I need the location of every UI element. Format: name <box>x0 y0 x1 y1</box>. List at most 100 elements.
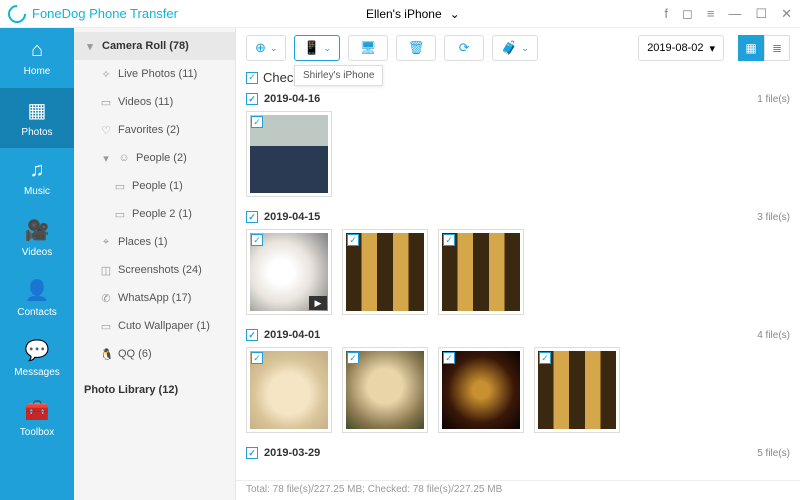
folder-icon: ✆ <box>100 292 112 305</box>
messages-icon: 💬 <box>25 338 50 363</box>
sidebar-item-people[interactable]: ▾ ☺ People (2) <box>74 144 235 172</box>
export-to-pc-button[interactable]: 🖥 <box>348 35 388 61</box>
home-icon: ⌂ <box>31 39 43 62</box>
list-view-button[interactable]: ≣ <box>764 35 790 61</box>
minimize-icon[interactable]: — <box>728 6 741 22</box>
group-header[interactable]: 2019-04-161 file(s) <box>246 91 790 107</box>
status-bar: Total: 78 file(s)/227.25 MB; Checked: 78… <box>236 480 800 500</box>
group-header[interactable]: 2019-04-153 file(s) <box>246 209 790 225</box>
photo-groups: 2019-04-161 file(s)2019-04-153 file(s)▶2… <box>236 91 800 480</box>
collapse-icon: ▾ <box>84 40 96 53</box>
thumb-checkbox[interactable] <box>347 234 359 246</box>
main-nav: ⌂Home▦Photos♫Music🎥Videos👤Contacts💬Messa… <box>0 28 74 500</box>
group-header[interactable]: 2019-03-295 file(s) <box>246 445 790 461</box>
group-checkbox[interactable] <box>246 93 258 105</box>
group-checkbox[interactable] <box>246 329 258 341</box>
nav-photos[interactable]: ▦Photos <box>0 88 74 148</box>
group-checkbox[interactable] <box>246 211 258 223</box>
photo-thumb[interactable] <box>342 229 428 315</box>
maximize-icon[interactable]: ☐ <box>755 6 767 22</box>
folder-icon: ▭ <box>100 320 112 333</box>
photo-group: 2019-03-295 file(s) <box>246 445 790 461</box>
sidebar-item[interactable]: ✆WhatsApp (17) <box>74 284 235 312</box>
folder-icon: ✧ <box>100 68 112 81</box>
sidebar-item[interactable]: ▭People (1) <box>74 172 235 200</box>
photo-thumb[interactable] <box>246 111 332 197</box>
photo-thumb[interactable] <box>534 347 620 433</box>
folders-sidebar: ▾ Camera Roll (78) ✧Live Photos (11)▭Vid… <box>74 28 236 500</box>
thumb-checkbox[interactable] <box>251 352 263 364</box>
photo-group: 2019-04-161 file(s) <box>246 91 790 201</box>
folder-icon: ▭ <box>114 180 126 193</box>
device-dropdown[interactable]: Ellen's iPhone ⌄ <box>358 7 460 21</box>
dropdown-icon: ▾ <box>709 42 715 55</box>
contacts-icon: 👤 <box>25 278 50 303</box>
sidebar-photo-library[interactable]: Photo Library (12) <box>74 376 235 404</box>
thumb-checkbox[interactable] <box>443 352 455 364</box>
content-area: ⊕ ⌄ 📱 ⌄ 🖥 🗑 ⟳ 🧳 ⌄ 2019-08-02 ▾ ▦ ≣ Shirl… <box>236 28 800 500</box>
video-badge-icon: ▶ <box>309 296 327 310</box>
sidebar-item[interactable]: 🐧QQ (6) <box>74 340 235 368</box>
photo-group: 2019-04-153 file(s) ▶ <box>246 209 790 319</box>
sidebar-root-camera-roll[interactable]: ▾ Camera Roll (78) <box>74 32 235 60</box>
nav-contacts[interactable]: 👤Contacts <box>0 268 74 328</box>
nav-home[interactable]: ⌂Home <box>0 28 74 88</box>
app-logo-icon <box>4 1 29 26</box>
folder-icon: ♡ <box>100 124 112 137</box>
thumb-checkbox[interactable] <box>251 116 263 128</box>
add-button[interactable]: ⊕ ⌄ <box>246 35 286 61</box>
thumb-row: ▶ <box>246 225 790 319</box>
delete-button[interactable]: 🗑 <box>396 35 436 61</box>
thumb-checkbox[interactable] <box>251 234 263 246</box>
photos-icon: ▦ <box>28 98 47 123</box>
close-icon[interactable]: ✕ <box>781 6 792 22</box>
group-header[interactable]: 2019-04-014 file(s) <box>246 327 790 343</box>
facebook-icon[interactable]: f <box>664 6 668 22</box>
thumb-row <box>246 107 790 201</box>
transfer-tooltip: Shirley's iPhone <box>294 65 383 86</box>
group-checkbox[interactable] <box>246 447 258 459</box>
photo-group: 2019-04-014 file(s) <box>246 327 790 437</box>
thumb-checkbox[interactable] <box>443 234 455 246</box>
check-all-checkbox[interactable] <box>246 72 258 84</box>
grid-view-button[interactable]: ▦ <box>738 35 764 61</box>
chevron-down-icon: ⌄ <box>450 7 460 21</box>
photo-thumb[interactable] <box>438 229 524 315</box>
date-picker[interactable]: 2019-08-02 ▾ <box>638 35 724 61</box>
nav-music[interactable]: ♫Music <box>0 148 74 208</box>
photo-thumb[interactable] <box>438 347 524 433</box>
titlebar: FoneDog Phone Transfer Ellen's iPhone ⌄ … <box>0 0 800 28</box>
thumb-checkbox[interactable] <box>347 352 359 364</box>
transfer-to-device-button[interactable]: 📱 ⌄ <box>294 35 340 61</box>
feedback-icon[interactable]: ◻ <box>682 6 693 22</box>
refresh-button[interactable]: ⟳ <box>444 35 484 61</box>
sidebar-item[interactable]: ♡Favorites (2) <box>74 116 235 144</box>
thumb-row <box>246 343 790 437</box>
photo-thumb[interactable] <box>342 347 428 433</box>
nav-messages[interactable]: 💬Messages <box>0 328 74 388</box>
sidebar-item[interactable]: ▭Cuto Wallpaper (1) <box>74 312 235 340</box>
sidebar-item[interactable]: ⌖Places (1) <box>74 228 235 256</box>
app-name: FoneDog Phone Transfer <box>32 6 178 21</box>
nav-toolbox[interactable]: 🧰Toolbox <box>0 388 74 448</box>
window-buttons: f ◻ ≡ — ☐ ✕ <box>664 6 792 22</box>
menu-icon[interactable]: ≡ <box>707 6 715 22</box>
device-name: Ellen's iPhone <box>366 7 442 21</box>
nav-videos[interactable]: 🎥Videos <box>0 208 74 268</box>
photo-thumb[interactable]: ▶ <box>246 229 332 315</box>
sidebar-item[interactable]: ◫Screenshots (24) <box>74 256 235 284</box>
folder-icon: ◫ <box>100 264 112 277</box>
more-tools-button[interactable]: 🧳 ⌄ <box>492 35 538 61</box>
folder-icon: ⌖ <box>100 236 112 249</box>
folder-icon: ▭ <box>100 96 112 109</box>
photo-thumb[interactable] <box>246 347 332 433</box>
sidebar-item[interactable]: ▭Videos (11) <box>74 88 235 116</box>
folder-icon: ▭ <box>114 208 126 221</box>
sidebar-item[interactable]: ▭People 2 (1) <box>74 200 235 228</box>
thumb-checkbox[interactable] <box>539 352 551 364</box>
toolbar: ⊕ ⌄ 📱 ⌄ 🖥 🗑 ⟳ 🧳 ⌄ 2019-08-02 ▾ ▦ ≣ Shirl… <box>236 28 800 68</box>
sidebar-item[interactable]: ✧Live Photos (11) <box>74 60 235 88</box>
folder-icon: 🐧 <box>100 348 112 361</box>
collapse-icon: ▾ <box>100 152 112 165</box>
music-icon: ♫ <box>30 159 45 182</box>
